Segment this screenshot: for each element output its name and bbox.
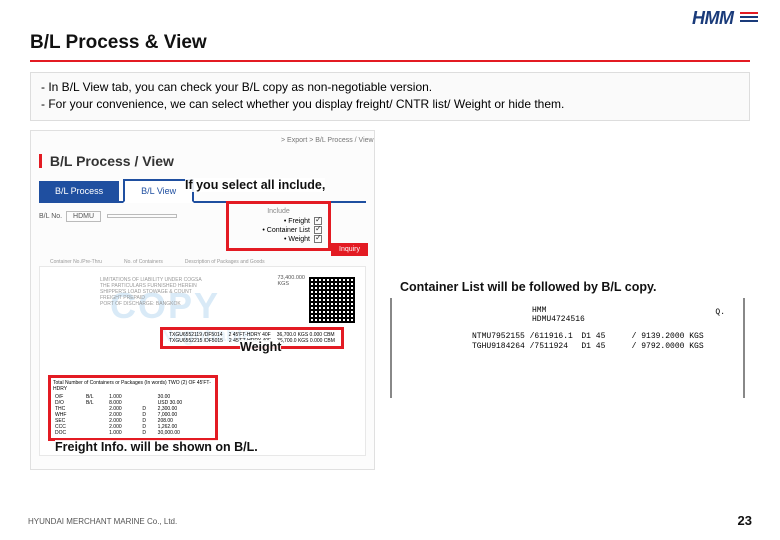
brand-logo: HMM <box>692 8 758 29</box>
app-title: B/L Process / View <box>39 153 174 169</box>
annotation-freight: Freight Info. will be shown on B/L. <box>55 440 258 454</box>
gross-weight: 73,400.000 KGS <box>277 275 305 287</box>
cl-row: NTMU7952155 /611916.1 D1 45 / 9139.2000 … <box>472 332 733 341</box>
app-title-text: B/L Process / View <box>50 153 174 169</box>
cl-row: TGHU9184264 /7511924 D1 45 / 9792.0000 K… <box>472 342 733 351</box>
cl-cell: D1 45 <box>581 332 623 341</box>
freight-header: Total Number of Containers or Packages (… <box>53 380 213 392</box>
freight-table: O/FB/L1.00030.00 D/OB/L8.000USD 30.00 TH… <box>53 394 213 436</box>
blno-label: B/L No. <box>39 213 62 220</box>
include-panel: Include • Freight • Container List • Wei… <box>226 201 331 251</box>
notes-box: In B/L View tab, you can check your B/L … <box>30 72 750 121</box>
annotation-include: If you select all include, <box>185 178 325 192</box>
freight-highlight-box: Total Number of Containers or Packages (… <box>48 375 218 441</box>
note-line: In B/L View tab, you can check your B/L … <box>41 79 739 96</box>
doc-column-headers: Container No./Pre-Thru No. of Containers… <box>50 259 355 265</box>
doc-body-text: LIMITATIONS OF LIABILITY UNDER COGSA THE… <box>100 277 250 307</box>
qr-code-icon <box>309 277 355 323</box>
include-freight-label: • Freight <box>284 218 310 225</box>
brand-stripes <box>740 12 758 24</box>
wt-cell: 36,700.0 KGS 0.000 CBM <box>277 338 335 344</box>
brand-text: HMM <box>692 8 734 28</box>
annotation-weight: Weight <box>240 340 281 354</box>
tab-bl-view[interactable]: B/L View <box>123 179 194 203</box>
cl-cell: / 9792.0000 KGS <box>632 342 733 351</box>
annotation-cntr-list: Container List will be followed by B/L c… <box>400 280 657 294</box>
container-list-panel: Q. HMM HDMU4724516 NTMU7952155 /611916.1… <box>390 298 745 398</box>
cl-cell: TGHU9184264 /7511924 <box>472 342 573 351</box>
cl-cell: / 9139.2000 KGS <box>632 332 733 341</box>
accent-bar-icon <box>39 154 42 168</box>
blno-row: B/L No. HDMU <box>39 211 179 222</box>
bl-document: Container No./Pre-Thru No. of Containers… <box>39 266 366 456</box>
include-weight-label: • Weight <box>284 236 310 243</box>
page-title: B/L Process & View <box>30 32 750 62</box>
include-header: Include <box>235 208 322 215</box>
doc-hdr-col: Description of Packages and Goods <box>185 259 265 265</box>
inquiry-button[interactable]: Inquiry <box>331 243 368 256</box>
cl-q: Q. <box>715 308 725 317</box>
blno-input[interactable] <box>107 214 177 218</box>
breadcrumb: > Export > B/L Process / View <box>281 137 374 144</box>
cl-blno: HDMU4724516 <box>532 315 733 324</box>
doc-hdr-col: No. of Containers <box>124 259 163 265</box>
footer-company: HYUNDAI MERCHANT MARINE Co., Ltd. <box>28 517 177 526</box>
cl-cell: NTMU7952155 /611916.1 <box>472 332 573 341</box>
content-area: > Export > B/L Process / View B/L Proces… <box>30 130 750 480</box>
cl-carrier: HMM <box>532 306 733 315</box>
blno-prefix-select[interactable]: HDMU <box>66 211 101 222</box>
cl-cell: D1 45 <box>581 342 623 351</box>
note-line: For your convenience, we can select whet… <box>41 96 739 113</box>
tab-bl-process[interactable]: B/L Process <box>39 181 119 201</box>
footer-page-number: 23 <box>738 513 752 528</box>
include-weight-checkbox[interactable] <box>314 235 322 243</box>
wt-cell: TXGU6552215 /DF5015 <box>169 338 223 344</box>
include-cntr-label: • Container List <box>262 227 310 234</box>
doc-hdr-col: Container No./Pre-Thru <box>50 259 102 265</box>
